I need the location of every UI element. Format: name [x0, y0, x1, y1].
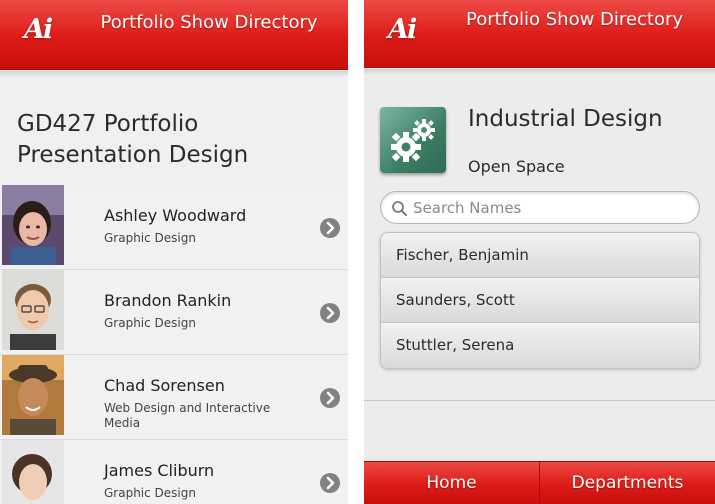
chevron-right-icon[interactable]	[320, 303, 340, 323]
chevron-right-icon[interactable]	[320, 218, 340, 238]
app-title: Portfolio Show Directory	[465, 9, 684, 30]
search-icon	[391, 200, 408, 221]
tab-bar: Home Departments	[364, 461, 715, 504]
avatar	[2, 185, 64, 265]
department-location: Open Space	[468, 157, 565, 176]
page-title: GD427 Portfolio Presentation Design	[17, 111, 249, 168]
student-list: Ashley Woodward Graphic Design Brandon R…	[0, 185, 348, 504]
student-department: Web Design and Interactive Media	[104, 401, 271, 430]
header-shadow	[0, 71, 348, 77]
left-screen: Ai Portfolio Show Directory GD427 Portfo…	[0, 0, 348, 504]
app-title: Portfolio Show Directory	[100, 12, 318, 33]
student-department: Graphic Design	[104, 316, 196, 330]
list-item[interactable]: Fischer, Benjamin	[381, 233, 699, 278]
header-shadow	[364, 69, 715, 75]
ai-logo[interactable]: Ai	[388, 14, 417, 45]
student-row[interactable]: Chad Sorensen Web Design and Interactive…	[0, 355, 348, 440]
student-name: James Cliburn	[104, 461, 215, 480]
divider	[364, 400, 715, 401]
department-title: Industrial Design	[468, 106, 663, 132]
student-row[interactable]: James Cliburn Graphic Design	[0, 440, 348, 504]
tab-departments[interactable]: Departments	[539, 462, 715, 504]
student-department: Graphic Design	[104, 486, 196, 500]
app-header: Ai Portfolio Show Directory	[0, 0, 348, 70]
app-header: Ai Portfolio Show Directory	[364, 0, 715, 68]
tab-home[interactable]: Home	[364, 462, 539, 504]
gears-icon	[380, 107, 446, 173]
chevron-right-icon[interactable]	[320, 473, 340, 493]
student-row[interactable]: Brandon Rankin Graphic Design	[0, 270, 348, 355]
student-row[interactable]: Ashley Woodward Graphic Design	[0, 185, 348, 270]
student-name: Chad Sorensen	[104, 376, 225, 395]
student-name: Ashley Woodward	[104, 206, 247, 225]
avatar	[2, 270, 64, 350]
chevron-right-icon[interactable]	[320, 388, 340, 408]
ai-logo[interactable]: Ai	[24, 14, 53, 45]
student-department: Graphic Design	[104, 231, 196, 245]
list-item[interactable]: Saunders, Scott	[381, 278, 699, 323]
avatar	[2, 355, 64, 435]
name-list: Fischer, Benjamin Saunders, Scott Stuttl…	[380, 232, 700, 369]
student-name: Brandon Rankin	[104, 291, 232, 310]
search-box[interactable]	[380, 191, 700, 224]
search-input[interactable]	[413, 192, 693, 223]
avatar	[2, 440, 64, 504]
list-item[interactable]: Stuttler, Serena	[381, 323, 699, 368]
right-screen: Ai Portfolio Show Directory Industrial D…	[364, 0, 715, 504]
